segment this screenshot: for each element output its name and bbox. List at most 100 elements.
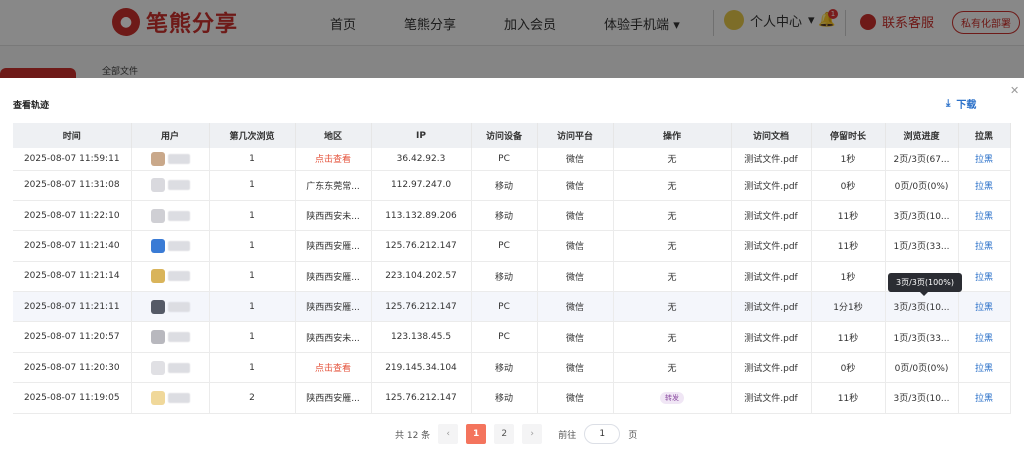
table-row: 2025-08-07 11:22:10 1 陕西西安未... 113.132.89.2… (13, 200, 1011, 232)
cell-document: 测试文件.pdf (731, 321, 812, 353)
col-platform: 访问平台 (537, 123, 614, 148)
table-row: 2025-08-07 11:21:14 1 陕西西安雁... 223.104.202.… (13, 261, 1011, 293)
close-icon[interactable]: ✕ (1010, 84, 1019, 97)
cell-block[interactable]: 拉黑 (958, 291, 1011, 323)
cell-region-text: 陕西西安雁... (306, 272, 360, 283)
user-avatar (150, 390, 165, 405)
user-masked (132, 360, 209, 375)
cell-platform: 微信 (537, 148, 614, 171)
cell-stay-text: 0秒 (840, 364, 856, 375)
cell-time: 2025-08-07 11:31:08 (13, 170, 132, 201)
cell-region: 陕西西安未... (295, 200, 372, 232)
user-name-blurred (167, 240, 190, 251)
cell-stay-text: 1秒 (840, 155, 856, 166)
cell-progress: 1页/3页(33... (885, 230, 959, 262)
cell-progress: 0页/0页(0%) (885, 170, 959, 201)
cell-block[interactable]: 拉黑 (958, 321, 1011, 353)
cell-stay-text: 11秒 (837, 242, 859, 253)
cell-action-text: 转发 (660, 391, 684, 404)
cell-stay-text: 11秒 (837, 212, 859, 223)
cell-block[interactable]: 拉黑 (958, 261, 1011, 293)
cell-region-text: 点击查看 (314, 155, 351, 166)
cell-region[interactable]: 点击查看 (295, 352, 372, 384)
cell-visit-text: 1 (249, 210, 255, 221)
col-ip: IP (371, 123, 472, 148)
cell-visit-text: 1 (249, 240, 255, 251)
col-progress: 浏览进度 (885, 123, 959, 148)
cell-platform-text: 微信 (565, 212, 584, 223)
cell-platform-text: 微信 (565, 272, 584, 283)
cell-user (131, 382, 210, 414)
goto-page-input[interactable]: 1 (584, 424, 621, 444)
cell-progress-text: 1页/3页(33... (893, 333, 950, 344)
cell-progress-text: 3页/3页(10... (893, 303, 950, 314)
cell-visit: 2 (209, 382, 296, 414)
cell-document-text: 测试文件.pdf (744, 272, 798, 283)
download-icon: ⤓ (946, 98, 951, 109)
cell-document-text: 测试文件.pdf (744, 242, 798, 253)
cell-action-text: 无 (667, 303, 677, 314)
cell-time: 2025-08-07 11:59:11 (13, 148, 132, 171)
user-name-blurred (167, 362, 190, 373)
pagination: 共 12 条 ‹ 1 2 › 前往 1 页 (395, 424, 637, 444)
cell-region-text: 陕西西安雁... (306, 242, 360, 253)
cell-block[interactable]: 拉黑 (958, 230, 1011, 262)
cell-visit: 1 (209, 148, 296, 171)
table-row: 2025-08-07 11:19:05 2 陕西西安雁... 125.76.212.1… (13, 382, 1011, 414)
cell-block[interactable]: 拉黑 (958, 170, 1011, 201)
cell-device: PC (471, 148, 538, 171)
cell-time: 2025-08-07 11:19:05 (13, 382, 132, 414)
cell-region[interactable]: 点击查看 (295, 148, 372, 171)
total-count: 共 12 条 (395, 430, 431, 441)
user-name-blurred (167, 180, 190, 191)
cell-platform: 微信 (537, 321, 614, 353)
cell-action-text: 无 (667, 242, 677, 253)
progress-tooltip: 3页/3页(100%) (888, 273, 962, 296)
download-button[interactable]: ⤓ 下载 (946, 96, 976, 111)
download-label: 下载 (956, 100, 977, 111)
cell-block[interactable]: 拉黑 (958, 148, 1011, 171)
col-region: 地区 (295, 123, 372, 148)
cell-visit: 1 (209, 291, 296, 323)
cell-ip-text: 123.138.45.5 (390, 332, 452, 343)
col-time: 时间 (13, 123, 132, 148)
cell-ip-text: 219.145.34.104 (385, 362, 457, 373)
cell-block[interactable]: 拉黑 (958, 382, 1011, 414)
cell-time: 2025-08-07 11:22:10 (13, 200, 132, 232)
cell-block-text: 拉黑 (974, 212, 993, 223)
cell-action: 无 (613, 291, 732, 323)
page-button-1[interactable]: 1 (466, 424, 487, 444)
cell-platform: 微信 (537, 170, 614, 201)
cell-device: PC (471, 291, 538, 323)
cell-region: 陕西西安未... (295, 321, 372, 353)
cell-region: 广东东莞常... (295, 170, 372, 201)
cell-platform: 微信 (537, 291, 614, 323)
cell-device-text: 移动 (494, 212, 513, 223)
cell-block[interactable]: 拉黑 (958, 352, 1011, 384)
cell-ip: 125.76.212.147 (371, 291, 472, 323)
user-name-blurred (167, 153, 190, 164)
cell-stay: 11秒 (811, 382, 886, 414)
cell-document: 测试文件.pdf (731, 261, 812, 293)
cell-progress-text: 2页/3页(67... (893, 155, 950, 166)
cell-platform-text: 微信 (565, 394, 584, 405)
cell-user (131, 261, 210, 293)
page-button-2[interactable]: 2 (494, 424, 515, 444)
prev-page-button[interactable]: ‹ (438, 424, 459, 444)
cell-device: PC (471, 230, 538, 262)
cell-ip-text: 112.97.247.0 (390, 180, 452, 191)
cell-ip: 125.76.212.147 (371, 382, 472, 414)
cell-action: 无 (613, 352, 732, 384)
cell-document-text: 测试文件.pdf (744, 364, 798, 375)
modal-overlay (0, 0, 1024, 78)
track-modal: 查看轨迹 ⤓ 下载 ✕ 时间 用户 第几次浏览 地区 IP 访问设备 访问平台 (0, 78, 1024, 451)
cell-region-text: 广东东莞常... (306, 181, 360, 192)
cell-platform: 微信 (537, 200, 614, 232)
cell-block[interactable]: 拉黑 (958, 200, 1011, 232)
next-page-button[interactable]: › (522, 424, 543, 444)
cell-stay-text: 0秒 (840, 181, 856, 192)
cell-block-text: 拉黑 (974, 303, 993, 314)
table-header: 时间 用户 第几次浏览 地区 IP 访问设备 访问平台 操作 访问文档 停留时长… (13, 123, 1011, 148)
cell-visit-text: 1 (249, 180, 255, 191)
user-masked (132, 238, 209, 253)
